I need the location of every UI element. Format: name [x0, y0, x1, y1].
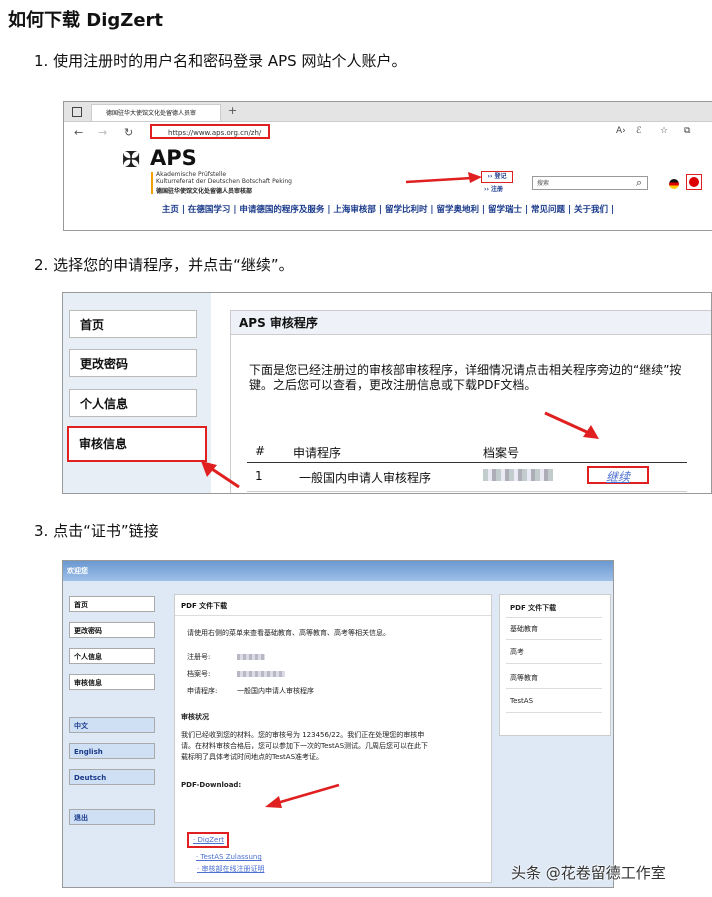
table-divider — [247, 462, 687, 463]
nav-home[interactable]: 首页 — [69, 310, 197, 338]
side-review-info[interactable]: 审核信息 — [69, 674, 155, 690]
extension-icon[interactable]: ℰ — [636, 126, 641, 136]
blurred-file-number — [237, 671, 285, 677]
search-input[interactable]: 搜索 — [532, 176, 648, 190]
logout-button[interactable]: 退出 — [69, 809, 155, 825]
col-number: # — [255, 444, 266, 458]
nav-review-info[interactable]: 审核信息 — [67, 426, 207, 462]
row-number: 1 — [255, 469, 263, 483]
table-bottom — [247, 491, 687, 492]
right-gaokao[interactable]: 高考 — [510, 647, 524, 657]
right-higher-education[interactable]: 高等教育 — [510, 673, 538, 683]
nav-personal-info[interactable]: 个人信息 — [69, 389, 197, 417]
arrow-to-review — [201, 461, 240, 489]
favorite-icon[interactable]: ☆ — [660, 126, 668, 136]
status-title: 审核状况 — [181, 713, 209, 721]
eagle-logo-icon: ✠ — [122, 148, 141, 173]
row-program: 一般国内申请人审核程序 — [299, 471, 432, 485]
program-label: 申请程序: — [187, 687, 218, 695]
browser-screenshot: 德国驻华大使馆文化处留德人员审 + ← → ↻ https://www.aps.… — [63, 101, 712, 231]
continue-link[interactable]: 继续 — [587, 466, 649, 484]
side-change-password[interactable]: 更改密码 — [69, 622, 155, 638]
window-icon — [72, 107, 82, 117]
side-home[interactable]: 首页 — [69, 596, 155, 612]
register-link[interactable]: ›› 注册 — [484, 184, 503, 193]
program-description: 下面是您已经注册过的审核部审核程序，详细情况请点击相关程序旁边的“继续”按键。之… — [249, 363, 682, 392]
logo-divider — [151, 172, 153, 194]
chinese-flag-icon[interactable] — [686, 174, 702, 190]
read-aloud-icon[interactable]: A› — [616, 126, 626, 136]
new-tab-icon[interactable]: + — [228, 104, 237, 117]
right-divider — [506, 639, 602, 640]
right-divider — [506, 663, 602, 664]
col-program: 申请程序 — [293, 446, 342, 460]
url-bar[interactable]: https://www.aps.org.cn/zh/ — [150, 124, 270, 139]
arrow-to-digzert — [265, 783, 340, 808]
program-screenshot: 首页 更改密码 个人信息 审核信息 APS 审核程序 下面是您已经注册过的审核部… — [62, 292, 712, 494]
logo-subtitle-cn: 德国驻华使馆文化处留德人员审核部 — [156, 188, 253, 195]
collections-icon[interactable]: ⧉ — [684, 126, 690, 136]
browser-tab[interactable]: 德国驻华大使馆文化处留德人员审 — [91, 104, 221, 121]
pdf-panel-divider — [175, 615, 491, 616]
arrow-to-continue — [544, 411, 599, 439]
reg-label: 注册号: — [187, 653, 211, 661]
pdf-panel-title: PDF 文件下载 — [181, 602, 228, 610]
lang-german[interactable]: Deutsch — [69, 769, 155, 785]
right-basic-education[interactable]: 基础教育 — [510, 624, 538, 634]
lang-chinese[interactable]: 中文 — [69, 717, 155, 733]
aps-logo: APS — [150, 146, 197, 170]
right-menu: PDF 文件下载 基础教育 高考 高等教育 TestAS — [499, 594, 611, 736]
site-menu[interactable]: 主页 | 在德国学习 | 申请德国的程序及服务 | 上海审核部 | 留学比利时 … — [64, 202, 712, 218]
right-testas[interactable]: TestAS — [510, 697, 533, 705]
right-divider — [506, 688, 602, 689]
status-text-2: 请。在材料审核合格后，您可以参加下一次的TestAS测试。几周后您可以在此下 — [181, 742, 429, 750]
logo-subtitle-de2: Kulturreferat der Deutschen Botschaft Pe… — [156, 178, 292, 185]
step-2-text: 2. 选择您的申请程序，并点击“继续”。 — [34, 256, 294, 274]
status-text-1: 我们已经收到您的材料。您的审核号为 123456/22。我们正在处理您的审核申 — [181, 731, 425, 739]
right-divider — [506, 712, 602, 713]
lang-english[interactable]: English — [69, 743, 155, 759]
reload-icon[interactable]: ↻ — [124, 126, 133, 139]
pdf-panel: PDF 文件下载 请使用右侧的菜单来查看基础教育、高等教育、高考等相关信息。 注… — [174, 594, 492, 883]
download-screenshot: 欢迎您 首页 更改密码 个人信息 审核信息 中文 English Deutsch… — [62, 560, 614, 888]
program-panel-title: APS 审核程序 — [231, 311, 711, 335]
forward-icon[interactable]: → — [98, 126, 107, 139]
right-divider — [506, 617, 602, 618]
blurred-file-number — [483, 469, 553, 481]
logo-subtitle-de: Akademische Prüfstelle — [156, 171, 227, 178]
login-link[interactable]: ›› 登记 — [481, 171, 513, 183]
testas-link[interactable]: · TestAS Zulassung — [196, 853, 262, 861]
arrow-to-login — [405, 172, 482, 184]
step-1-text: 1. 使用注册时的用户名和密码登录 APS 网站个人账户。 — [34, 52, 407, 70]
col-file: 档案号 — [483, 446, 520, 460]
program-panel: APS 审核程序 下面是您已经注册过的审核部审核程序，详细情况请点击相关程序旁边… — [230, 310, 711, 493]
german-flag-icon[interactable] — [669, 179, 679, 189]
search-icon[interactable]: ⌕ — [636, 176, 642, 190]
left-nav: 首页 更改密码 个人信息 审核信息 — [63, 293, 211, 493]
status-text-3: 载标明了具体考试时间地点的TestAS准考证。 — [181, 753, 324, 761]
nav-change-password[interactable]: 更改密码 — [69, 349, 197, 377]
tab-bar: 德国驻华大使馆文化处留德人员审 + — [64, 102, 712, 122]
blurred-reg-number — [237, 654, 265, 660]
right-menu-title: PDF 文件下载 — [510, 604, 557, 612]
program-value: 一般国内申请人审核程序 — [237, 687, 314, 695]
page-title: 如何下载 DigZert — [8, 10, 164, 31]
welcome-bar: 欢迎您 — [63, 561, 613, 581]
side-personal-info[interactable]: 个人信息 — [69, 648, 155, 664]
pdf-download-title: PDF-Download: — [181, 781, 242, 789]
browser-nav-row: ← → ↻ https://www.aps.org.cn/zh/ A› ℰ ☆ … — [64, 122, 712, 144]
file-label: 档案号: — [187, 670, 211, 678]
watermark: 头条 @花卷留德工作室 — [511, 864, 666, 882]
digzert-link[interactable]: · DigZert — [193, 836, 224, 844]
registration-cert-link[interactable]: · 审核部在线注册证明 — [197, 864, 264, 874]
back-icon[interactable]: ← — [74, 126, 83, 139]
step-3-text: 3. 点击“证书”链接 — [34, 522, 159, 540]
pdf-intro: 请使用右侧的菜单来查看基础教育、高等教育、高考等相关信息。 — [187, 629, 390, 637]
